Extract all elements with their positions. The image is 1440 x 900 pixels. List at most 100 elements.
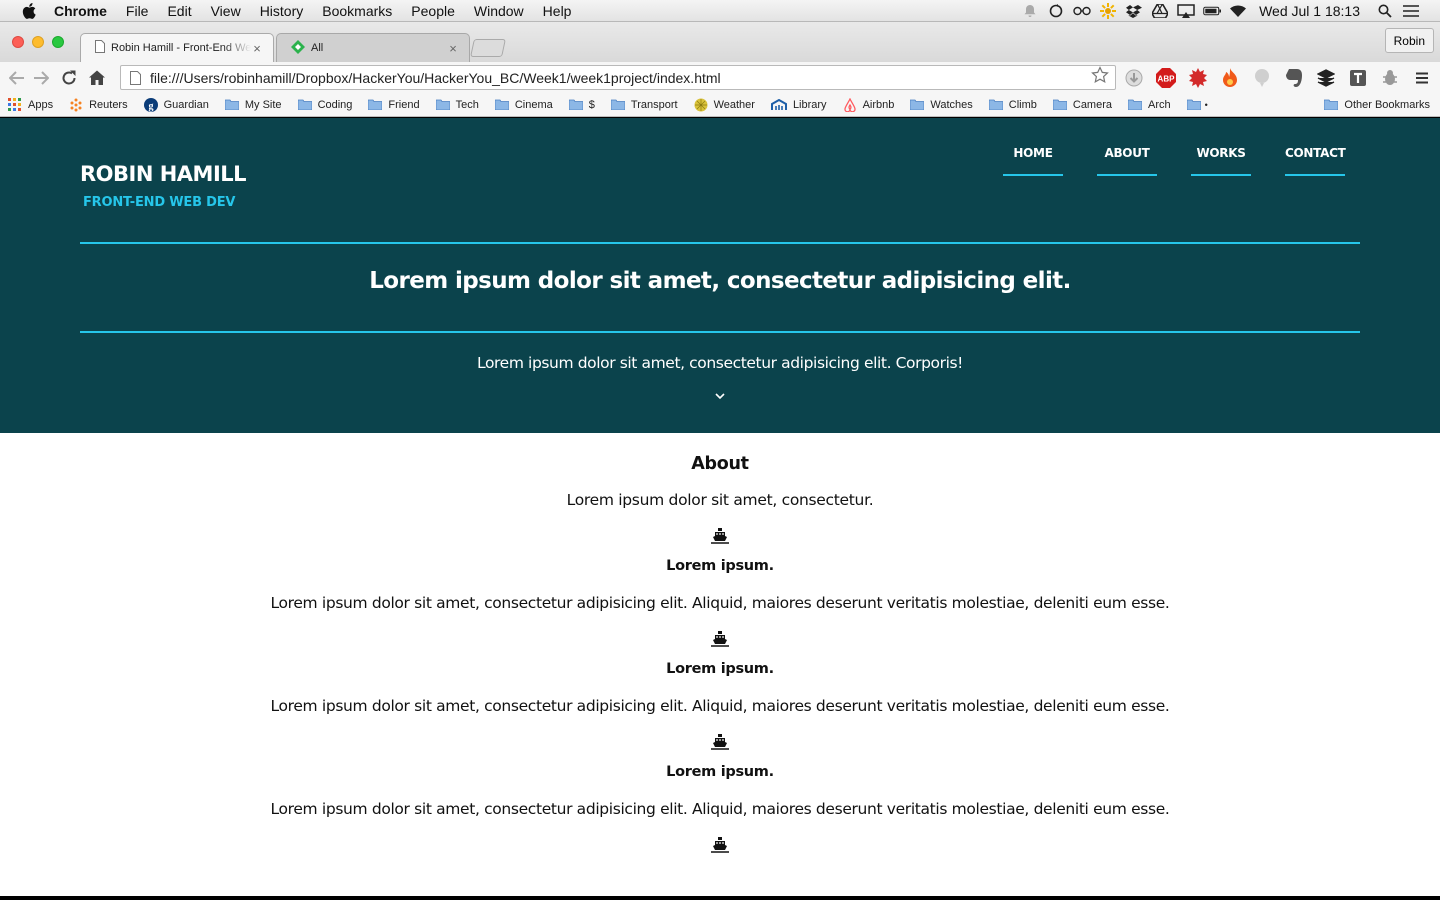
bookmark-label: Apps (28, 98, 54, 111)
bookmark-untitled-folder[interactable]: • (1186, 99, 1208, 110)
evernote-extension-icon[interactable] (1284, 68, 1304, 88)
folder-icon (910, 99, 925, 110)
bookmark-other-bookmarks[interactable]: Other Bookmarks (1324, 99, 1430, 111)
menu-edit[interactable]: Edit (167, 0, 191, 22)
menu-history[interactable]: History (260, 0, 304, 22)
folder-icon (297, 99, 312, 110)
bookmark-watches[interactable]: Watches (910, 99, 973, 111)
folder-icon (988, 99, 1003, 110)
window-zoom-button[interactable] (52, 36, 64, 48)
bookmark-apps[interactable]: Apps (8, 97, 54, 112)
tab-title: All (311, 42, 324, 54)
hero-subtitle: Lorem ipsum dolor sit amet, consectetur … (477, 354, 963, 372)
airplay-icon[interactable] (1177, 4, 1195, 18)
bookmark-cinema[interactable]: Cinema (494, 99, 553, 111)
hero-title: Lorem ipsum dolor sit amet, consectetur … (369, 268, 1071, 294)
bookmark-friend[interactable]: Friend (368, 99, 420, 111)
text-t-extension-icon[interactable] (1348, 68, 1368, 88)
spotlight-search-icon[interactable] (1376, 4, 1394, 18)
about-item-text: Lorem ipsum dolor sit amet, consectetur … (270, 800, 1170, 818)
chrome-menu-icon[interactable] (1412, 68, 1432, 88)
menu-view[interactable]: View (211, 0, 241, 22)
tab-all[interactable]: All × (276, 33, 470, 62)
menu-file[interactable]: File (126, 0, 149, 22)
buffer-stack-icon[interactable] (1316, 68, 1336, 88)
about-item-title: Lorem ipsum. (666, 661, 774, 677)
home-icon[interactable] (86, 67, 108, 89)
bookmark-camera[interactable]: Camera (1052, 98, 1112, 111)
url-input[interactable] (150, 69, 1091, 86)
wifi-icon[interactable] (1229, 4, 1247, 18)
bookmark-my-site[interactable]: My Site (224, 99, 282, 111)
bookmark-airbnb[interactable]: Airbnb (843, 97, 894, 112)
bookmark-label: $ (588, 98, 595, 111)
dropbox-icon[interactable] (1125, 4, 1143, 18)
hero-divider-bottom (80, 331, 1360, 333)
address-bar[interactable] (120, 65, 1116, 90)
google-drive-icon[interactable] (1151, 4, 1169, 18)
back-arrow-icon[interactable] (6, 67, 28, 89)
bookmark-reuters[interactable]: Reuters (69, 98, 128, 112)
airbnb-logo-icon (843, 97, 856, 112)
forward-arrow-icon[interactable] (30, 67, 52, 89)
chevron-down-icon[interactable] (713, 391, 727, 401)
site-navigation: HOME ABOUT WORKS CONTACT (969, 146, 1346, 176)
bookmark-label: Camera (1072, 98, 1112, 111)
apple-icon[interactable] (19, 2, 39, 19)
menubar-clock[interactable]: Wed Jul 1 18:13 (1259, 3, 1360, 19)
apps-grid-icon (8, 97, 21, 111)
browser-toolbar: ABP (0, 62, 1440, 93)
bookmark-arch[interactable]: Arch (1128, 99, 1171, 111)
menu-people[interactable]: People (411, 0, 455, 22)
ship-icon (711, 631, 729, 647)
bookmark-star-icon[interactable] (1091, 66, 1111, 89)
reuters-dots-icon (70, 98, 82, 111)
battery-icon[interactable] (1203, 4, 1222, 18)
site-brand-name[interactable]: ROBIN HAMILL (80, 162, 247, 186)
menu-bookmarks[interactable]: Bookmarks (322, 0, 392, 22)
folder-icon (368, 99, 383, 110)
reload-icon[interactable] (58, 67, 80, 89)
adblock-plus-icon[interactable]: ABP (1156, 68, 1176, 88)
bookmark-dollar[interactable]: $ (568, 98, 595, 111)
menu-app-chrome[interactable]: Chrome (54, 0, 107, 22)
notification-center-icon[interactable] (1402, 4, 1420, 18)
bookmark-transport[interactable]: Transport (610, 99, 678, 111)
menu-window[interactable]: Window (474, 0, 524, 22)
feedly-icon (291, 39, 305, 57)
balloon-extension-icon[interactable] (1252, 68, 1272, 88)
tab-title: Robin Hamill - Front-End Web Dev (111, 42, 251, 54)
bookmark-tech[interactable]: Tech (435, 99, 479, 111)
svg-text:g: g (148, 101, 153, 112)
notification-bell-icon[interactable] (1021, 4, 1039, 18)
bookmark-weather[interactable]: Weather (694, 98, 755, 112)
sync-circle-icon[interactable] (1047, 4, 1065, 18)
red-burst-extension-icon[interactable] (1188, 68, 1208, 88)
tab-close-icon[interactable]: × (447, 41, 459, 56)
bookmarks-bar: Apps Reuters g Guardian My Site Coding F… (0, 93, 1440, 117)
bug-extension-icon[interactable] (1380, 68, 1400, 88)
bookmark-guardian[interactable]: g Guardian (143, 97, 209, 112)
nav-link-about[interactable]: ABOUT (1097, 146, 1157, 176)
glasses-icon[interactable] (1073, 4, 1091, 18)
nav-link-contact[interactable]: CONTACT (1285, 146, 1346, 176)
bookmark-library[interactable]: Library (770, 98, 827, 111)
nav-link-works[interactable]: WORKS (1191, 146, 1251, 176)
window-minimize-button[interactable] (32, 36, 44, 48)
tab-close-icon[interactable]: × (251, 41, 263, 56)
tab-robin-hamill[interactable]: Robin Hamill - Front-End Web Dev × (80, 33, 274, 62)
menu-help[interactable]: Help (543, 0, 572, 22)
bookmark-climb[interactable]: Climb (988, 98, 1037, 111)
menubar-tray: Wed Jul 1 18:13 (1021, 0, 1440, 22)
flame-extension-icon[interactable] (1220, 68, 1240, 88)
new-tab-button[interactable] (470, 39, 506, 57)
folder-icon (1052, 99, 1067, 110)
bookmark-coding[interactable]: Coding (297, 99, 352, 111)
profile-button[interactable]: Robin (1384, 28, 1434, 53)
nav-link-home[interactable]: HOME (1003, 146, 1063, 176)
download-extension-icon[interactable] (1124, 68, 1144, 88)
window-close-button[interactable] (12, 36, 24, 48)
bookmark-label: Climb (1008, 98, 1037, 111)
sun-flower-icon[interactable] (1099, 3, 1117, 19)
bookmark-label: Arch (1148, 98, 1171, 111)
